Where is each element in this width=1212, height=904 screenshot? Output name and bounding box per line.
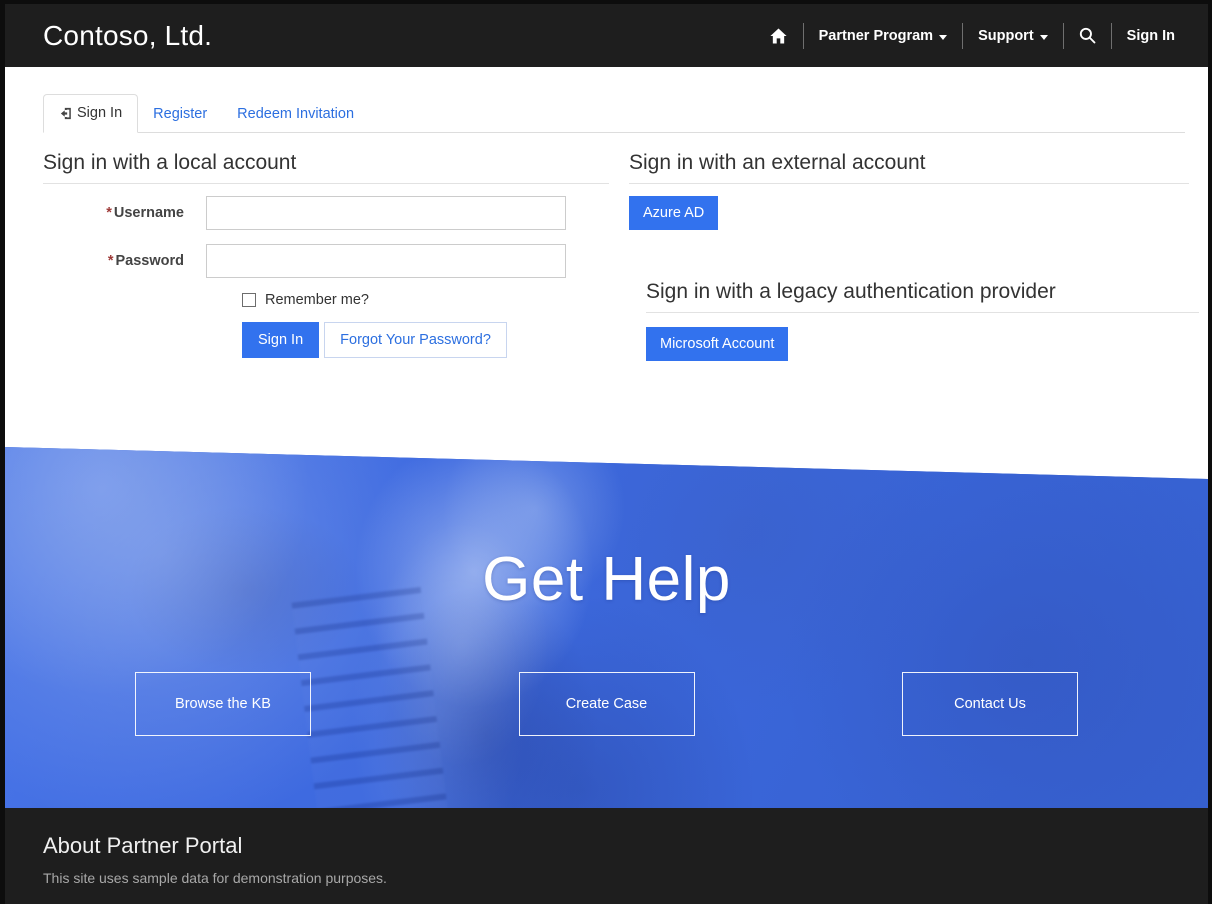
username-label: * Username xyxy=(43,205,206,221)
local-account-actions: Remember me? Sign In Forgot Your Passwor… xyxy=(43,292,609,359)
hero-title: Get Help xyxy=(482,545,731,614)
auth-columns: Sign in with a local account * Username *… xyxy=(5,151,1208,361)
hero-button-group: Browse the KB Create Case Contact Us xyxy=(5,672,1208,736)
get-help-hero: Get Help Browse the KB Create Case Conta… xyxy=(5,447,1208,808)
legacy-provider-list: Microsoft Account xyxy=(646,327,1189,361)
brand-logo[interactable]: Contoso, Ltd. xyxy=(43,20,212,52)
create-case-button[interactable]: Create Case xyxy=(518,672,695,736)
local-account-heading: Sign in with a local account xyxy=(43,151,609,184)
azure-ad-button[interactable]: Azure AD xyxy=(629,196,719,230)
external-account-panel: Sign in with an external account Azure A… xyxy=(609,151,1199,361)
tab-label: Sign In xyxy=(77,105,123,121)
nav-item-label: Partner Program xyxy=(818,27,934,44)
password-label: * Password xyxy=(43,253,206,269)
forgot-password-button[interactable]: Forgot Your Password? xyxy=(324,322,507,359)
legacy-account-heading: Sign in with a legacy authentication pro… xyxy=(646,280,1199,313)
home-icon xyxy=(769,27,788,45)
password-row: * Password xyxy=(43,244,609,278)
nav-item-support[interactable]: Support xyxy=(963,19,1063,53)
remember-me-checkbox[interactable] xyxy=(242,293,256,307)
browse-kb-button[interactable]: Browse the KB xyxy=(135,672,311,736)
sign-in-icon xyxy=(59,106,74,121)
contact-us-button[interactable]: Contact Us xyxy=(902,672,1078,736)
password-input[interactable] xyxy=(206,244,566,278)
username-input[interactable] xyxy=(206,196,566,230)
tab-sign-in[interactable]: Sign In xyxy=(43,94,139,133)
microsoft-account-button[interactable]: Microsoft Account xyxy=(646,327,789,361)
auth-tabs: Sign In Register Redeem Invitation xyxy=(43,90,1185,133)
footer-description: This site uses sample data for demonstra… xyxy=(43,870,387,886)
nav-item-label: Support xyxy=(978,27,1034,44)
username-row: * Username xyxy=(43,196,609,230)
nav-sign-in-button[interactable]: Sign In xyxy=(1112,19,1190,53)
page-frame: Contoso, Ltd. Partner Program Support Si… xyxy=(5,4,1208,904)
nav-item-partner-program[interactable]: Partner Program xyxy=(804,19,962,53)
remember-me-row[interactable]: Remember me? xyxy=(242,292,609,308)
main-content: Sign In Register Redeem Invitation Sign … xyxy=(5,90,1208,361)
chevron-down-icon xyxy=(939,34,948,40)
remember-me-label: Remember me? xyxy=(265,292,369,308)
local-account-panel: Sign in with a local account * Username *… xyxy=(43,151,609,361)
required-marker: * xyxy=(107,253,114,269)
top-navigation-bar: Contoso, Ltd. Partner Program Support Si… xyxy=(5,4,1208,67)
external-account-heading: Sign in with an external account xyxy=(629,151,1189,184)
required-marker: * xyxy=(106,205,112,221)
nav-home-button[interactable] xyxy=(754,19,803,53)
footer-title: About Partner Portal xyxy=(43,833,243,858)
username-label-text: Username xyxy=(113,205,184,221)
tab-register[interactable]: Register xyxy=(138,96,222,133)
chevron-down-icon xyxy=(1039,34,1048,40)
password-label-text: Password xyxy=(115,253,185,269)
search-icon xyxy=(1079,27,1096,44)
tab-redeem-invitation[interactable]: Redeem Invitation xyxy=(222,96,369,133)
nav-search-button[interactable] xyxy=(1064,19,1111,53)
external-provider-list: Azure AD xyxy=(629,196,1189,230)
navbar-right-group: Partner Program Support Sign In xyxy=(754,4,1190,67)
hero-content: Get Help Browse the KB Create Case Conta… xyxy=(5,447,1208,808)
sign-in-button-group: Sign In Forgot Your Password? xyxy=(242,322,609,359)
sign-in-submit-button[interactable]: Sign In xyxy=(242,322,320,359)
page-footer: About Partner Portal This site uses samp… xyxy=(5,808,1208,904)
